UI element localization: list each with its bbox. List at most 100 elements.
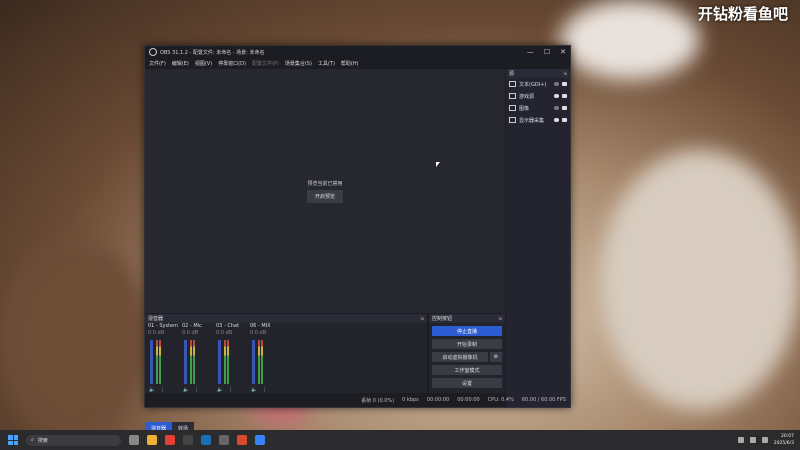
obs-taskbar-icon[interactable] <box>183 435 193 445</box>
stream-watermark: 开钻粉看鱼吧 <box>697 5 788 23</box>
dropped-frames: 丢帧 0 (0.0%) <box>361 397 395 404</box>
visibility-eye-icon[interactable] <box>554 106 559 110</box>
taskbar-clock[interactable]: 20:07 2025/6/3 <box>774 433 794 447</box>
menu-docks[interactable]: 停靠窗口(D) <box>218 60 246 67</box>
start-virtual-camera-button[interactable]: 启动虚拟摄像机 <box>432 352 488 362</box>
menu-help[interactable]: 帮助(H) <box>341 60 359 67</box>
menu-file[interactable]: 文件(F) <box>149 60 166 67</box>
level-meter <box>261 340 263 384</box>
cpu-usage: CPU: 0.4% <box>487 397 514 403</box>
level-meter <box>159 340 161 384</box>
source-name: 图像 <box>519 105 530 112</box>
minimize-button[interactable]: — <box>527 48 534 56</box>
channel-db: 0.0 dB <box>182 330 199 336</box>
level-meter <box>227 340 229 384</box>
lock-icon[interactable] <box>562 118 567 122</box>
visibility-eye-icon[interactable] <box>554 118 559 122</box>
lock-icon[interactable] <box>562 82 567 86</box>
speaker-icon[interactable]: 🔈 <box>251 387 257 393</box>
controls-title: 控制按钮 <box>432 316 453 322</box>
dock-pin-icon[interactable]: ⇲ <box>563 71 567 77</box>
gear-icon[interactable]: ⚙ <box>490 352 502 362</box>
visibility-eye-icon[interactable] <box>554 82 559 86</box>
dock-pin-icon[interactable]: ⇲ <box>498 316 502 322</box>
search-placeholder: 搜索 <box>37 437 48 444</box>
channel-menu-icon[interactable]: ⋮ <box>262 387 267 393</box>
close-button[interactable]: ✕ <box>560 48 566 56</box>
mixer-channel: 06 - MIX 0.0 dB 🔈 ⋮ <box>247 323 281 393</box>
steam-icon[interactable] <box>201 435 211 445</box>
clock-time: 20:07 <box>781 434 794 439</box>
menu-view[interactable]: 视图(V) <box>195 60 212 67</box>
level-meter <box>258 340 260 384</box>
network-icon[interactable] <box>749 437 756 443</box>
level-meter <box>193 340 195 384</box>
status-bar: 丢帧 0 (0.0%) 0 kbps 00:00:00 00:00:00 CPU… <box>145 394 570 406</box>
chrome-icon[interactable] <box>165 435 175 445</box>
title-bar: OBS 31.1.2 - 配置文件: 未命名 - 场景: 未命名 — ☐ ✕ <box>145 46 570 58</box>
source-item[interactable]: 图像 <box>506 102 570 114</box>
source-name: 游戏源 <box>519 93 535 100</box>
controls-dock: 控制按钮 ⇲ 停止直播 开始录制 启动虚拟摄像机 ⚙ 工作室模式 设置 <box>429 314 505 393</box>
search-icon: ⌕ <box>31 437 34 443</box>
mixer-channel: 01 - System 0.0 dB 🔈 ⋮ <box>145 323 179 393</box>
taskbar-search[interactable]: ⌕ 搜索 <box>26 434 121 446</box>
bitrate: 0 kbps <box>402 397 419 403</box>
channel-db: 0.0 dB <box>250 330 267 336</box>
volume-slider[interactable] <box>252 340 255 384</box>
channel-menu-icon[interactable]: ⋮ <box>228 387 233 393</box>
lock-icon[interactable] <box>562 94 567 98</box>
volume-slider[interactable] <box>150 340 153 384</box>
mouse-cursor-icon <box>436 162 440 167</box>
app-icon[interactable] <box>255 435 265 445</box>
sources-title: 源 <box>509 71 515 77</box>
stop-stream-button[interactable]: 停止直播 <box>432 326 502 336</box>
record-time: 00:00:00 <box>457 397 480 403</box>
level-meter <box>190 340 192 384</box>
maximize-button[interactable]: ☐ <box>544 48 550 56</box>
speaker-icon[interactable]: 🔈 <box>149 387 155 393</box>
lock-icon[interactable] <box>562 106 567 110</box>
tray-icon[interactable] <box>737 437 744 443</box>
start-record-button[interactable]: 开始录制 <box>432 339 502 349</box>
enable-preview-button[interactable]: 开启预览 <box>306 189 343 203</box>
dock-pin-icon[interactable]: ⇲ <box>420 316 424 322</box>
volume-slider[interactable] <box>218 340 221 384</box>
volume-icon[interactable] <box>761 437 768 443</box>
speaker-icon[interactable]: 🔈 <box>217 387 223 393</box>
game-source-icon <box>509 93 516 99</box>
file-explorer-icon[interactable] <box>147 435 157 445</box>
windows-start-icon[interactable] <box>8 435 18 445</box>
preview-area: 预览当前已禁用 开启预览 <box>145 69 505 313</box>
visibility-eye-icon[interactable] <box>554 94 559 98</box>
window-title: OBS 31.1.2 - 配置文件: 未命名 - 场景: 未命名 <box>160 49 265 56</box>
obs-logo-icon <box>149 48 157 56</box>
source-item[interactable]: 显示器采集 <box>506 114 570 126</box>
monitor-source-icon <box>509 117 516 123</box>
channel-menu-icon[interactable]: ⋮ <box>194 387 199 393</box>
volume-slider[interactable] <box>184 340 187 384</box>
image-source-icon <box>509 105 516 111</box>
level-meter <box>156 340 158 384</box>
obs-window: OBS 31.1.2 - 配置文件: 未命名 - 场景: 未命名 — ☐ ✕ 文… <box>144 45 571 435</box>
channel-name: 03 - Chat <box>216 323 240 329</box>
settings-button[interactable]: 设置 <box>432 378 502 388</box>
level-meter <box>224 340 226 384</box>
channel-name: 01 - System <box>148 323 178 329</box>
studio-mode-button[interactable]: 工作室模式 <box>432 365 502 375</box>
menu-edit[interactable]: 编辑(E) <box>172 60 189 67</box>
app-icon[interactable] <box>237 435 247 445</box>
source-item[interactable]: 文本(GDI+) <box>506 78 570 90</box>
preview-disabled-message: 预览当前已禁用 <box>307 180 343 187</box>
channel-menu-icon[interactable]: ⋮ <box>160 387 165 393</box>
channel-db: 0.0 dB <box>148 330 165 336</box>
app-icon[interactable] <box>219 435 229 445</box>
source-item[interactable]: 游戏源 <box>506 90 570 102</box>
menu-profile[interactable]: 配置文件(P) <box>252 60 279 67</box>
task-view-icon[interactable] <box>129 435 139 445</box>
menu-scene-collection[interactable]: 场景集合(S) <box>285 60 312 67</box>
sources-dock: 源 ⇲ 文本(GDI+) 游戏源 图像 显示器采集 <box>506 69 570 407</box>
speaker-icon[interactable]: 🔈 <box>183 387 189 393</box>
menu-tools[interactable]: 工具(T) <box>318 60 335 67</box>
channel-name: 02 - Mic <box>182 323 202 329</box>
